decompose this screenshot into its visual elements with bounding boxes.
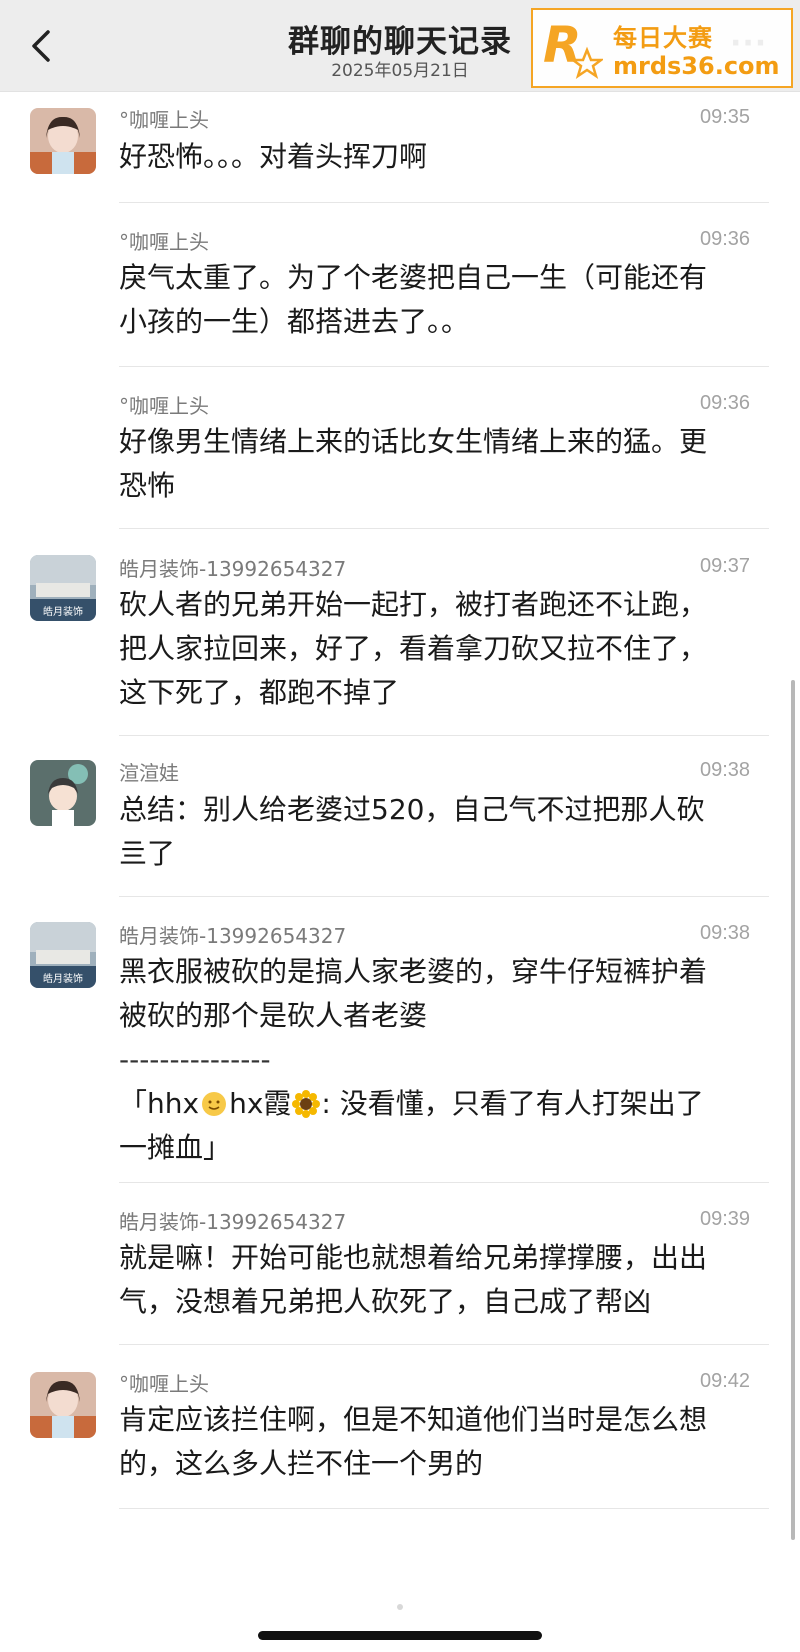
message-time: 09:37	[700, 555, 751, 577]
watermark-url: mrds36.com	[613, 52, 780, 80]
message-time: 09:35	[700, 106, 751, 128]
home-indicator[interactable]	[258, 1631, 542, 1640]
message-time: 09:36	[700, 392, 751, 414]
page-indicator-dot	[397, 1604, 403, 1610]
message-divider	[119, 366, 769, 367]
sunflower-icon	[292, 1090, 321, 1118]
svg-text:皓月装饰: 皓月装饰	[43, 605, 83, 618]
message-text: 好恐怖。。。对着头挥刀啊	[119, 140, 428, 173]
svg-text:皓月装饰: 皓月装饰	[43, 972, 83, 985]
sun-face-icon	[202, 1092, 227, 1116]
sender-name: 渲渲娃	[119, 761, 179, 785]
avatar-girl-icon[interactable]	[30, 108, 96, 174]
sender-name: 皓月装饰-13992654327	[119, 557, 347, 581]
svg-text:R: R	[543, 16, 582, 74]
message-text: 肯定应该拦住啊，但是不知道他们当时是怎么想 的，这么多人拦不住一个男的	[119, 1403, 708, 1480]
message-time: 09:38	[700, 759, 751, 781]
message-time: 09:36	[700, 228, 751, 250]
message-divider	[119, 735, 769, 736]
quoted-message: 「hhx hx霞: 没看懂，只看了有人打架出了	[119, 1087, 704, 1120]
message-time: 09:39	[700, 1208, 751, 1230]
message-divider	[119, 202, 769, 203]
message-time: 09:42	[700, 1370, 751, 1392]
avatar-girl-icon[interactable]	[30, 1372, 96, 1438]
watermark-logo-icon: R	[543, 16, 603, 79]
message-divider	[119, 1508, 769, 1509]
message-divider	[119, 1182, 769, 1183]
message-text: 戾气太重了。为了个老婆把自己一生（可能还有 小孩的一生）都搭进去了。。	[119, 261, 708, 338]
quote-divider: ---------------	[119, 1043, 271, 1076]
avatar-cartoon-icon[interactable]	[30, 760, 96, 826]
watermark: R 每日大赛 mrds36.com	[531, 8, 793, 88]
message-text: 好像男生情绪上来的话比女生情绪上来的猛。更 恐怖	[119, 425, 708, 502]
avatar-company-icon[interactable]: 皓月装饰	[30, 555, 96, 621]
avatar-company-icon[interactable]: 皓月装饰	[30, 922, 96, 988]
sender-name: °咖喱上头	[119, 1372, 209, 1396]
message-text: 黑衣服被砍的是搞人家老婆的，穿牛仔短裤护着 被砍的那个是砍人者老婆 ------…	[119, 950, 769, 1170]
scrollbar[interactable]	[791, 680, 795, 1540]
sender-name: 皓月装饰-13992654327	[119, 1210, 347, 1234]
message-text: 总结：别人给老婆过520，自己气不过把那人砍 亖了	[119, 793, 705, 870]
sender-name: 皓月装饰-13992654327	[119, 924, 347, 948]
watermark-name: 每日大赛	[613, 24, 713, 52]
message-divider	[119, 1344, 769, 1345]
message-divider	[119, 528, 769, 529]
message-time: 09:38	[700, 922, 751, 944]
message-text: 砍人者的兄弟开始一起打，被打者跑还不让跑， 把人家拉回来，好了，看着拿刀砍又拉不…	[119, 588, 708, 709]
message-divider	[119, 896, 769, 897]
sender-name: °咖喱上头	[119, 394, 209, 418]
sender-name: °咖喱上头	[119, 108, 209, 132]
message-text: 就是嘛！开始可能也就想着给兄弟撑撑腰，出出 气，没想着兄弟把人砍死了，自己成了帮…	[119, 1241, 708, 1318]
sender-name: °咖喱上头	[119, 230, 209, 254]
